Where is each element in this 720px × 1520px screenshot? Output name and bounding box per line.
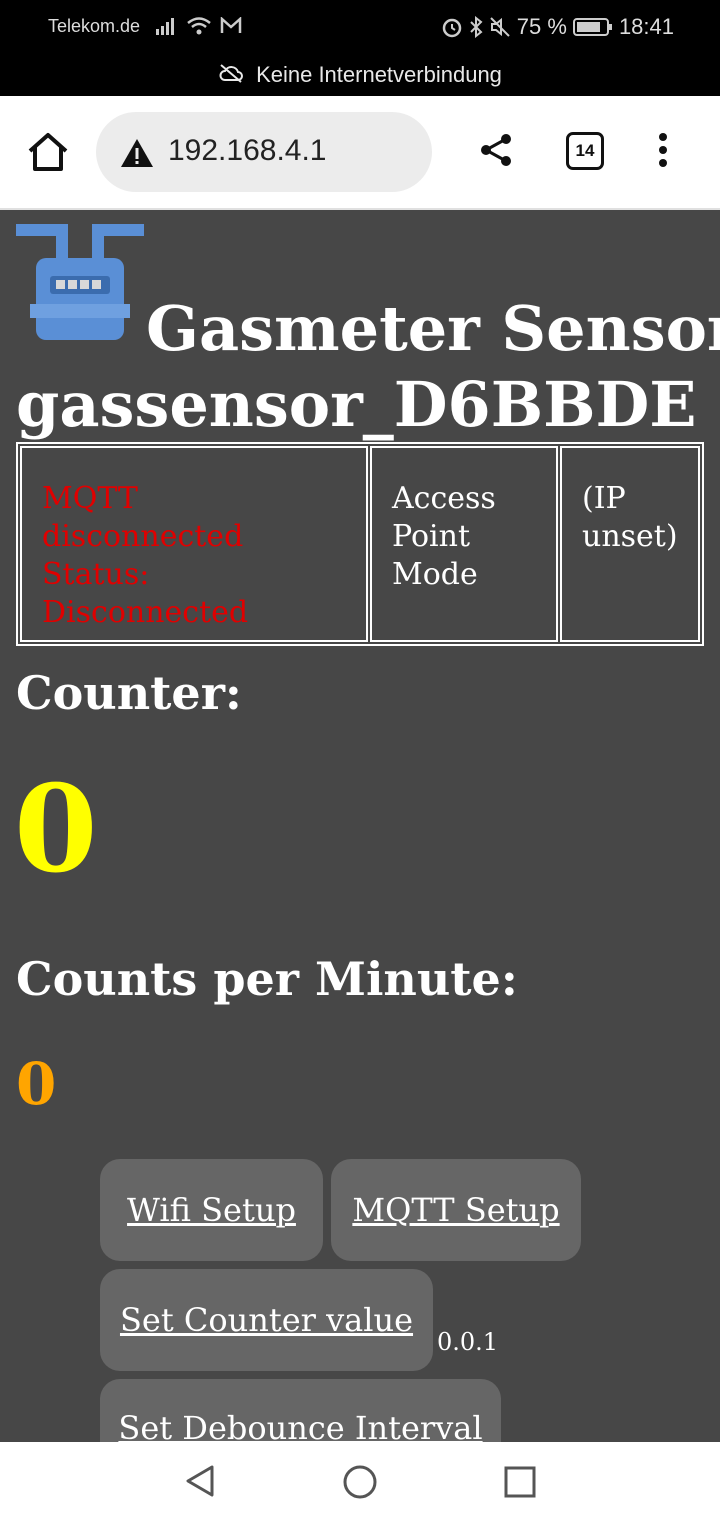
ip-line: unset) [582,519,678,554]
page-title: Gasmeter Sensor [146,292,720,365]
battery-percent: 75 % [516,14,567,39]
wifi-setup-button[interactable]: Wifi Setup [100,1159,323,1261]
gasmeter-logo [16,224,144,340]
wifi-icon [187,17,211,35]
web-page: Gasmeter Sensor gassensor_D6BBDE MQTT di… [0,210,720,1442]
firmware-version: 0.0.1 [437,1328,499,1356]
url-text[interactable]: 192.168.4.1 [168,134,326,168]
ip-line: (IP [582,481,626,516]
mqtt-status-line: Disconnected [42,595,249,630]
mode-line: Mode [392,557,478,592]
battery-icon [572,18,612,36]
bluetooth-icon [470,16,483,38]
device-name: gassensor_D6BBDE [16,368,697,441]
mute-icon [490,17,510,37]
set-counter-button[interactable]: Set Counter value [100,1269,433,1371]
carrier-label: Telekom.de [48,16,141,36]
cloud-off-icon [219,64,244,83]
browser-toolbar: 192.168.4.1 14 [0,96,720,210]
tabs-icon[interactable]: 14 [566,132,604,170]
mode-cell: Access Point Mode [370,446,558,642]
mqtt-status-cell: MQTT disconnected Status: Disconnected [20,446,368,642]
mode-line: Access [392,481,496,516]
ip-cell: (IP unset) [560,446,700,642]
home-icon[interactable] [26,132,70,172]
counter-heading: Counter: [16,666,242,720]
signal-icon [156,18,174,35]
connectivity-notice-text: Keine Internetverbindung [256,62,502,87]
address-bar[interactable]: 192.168.4.1 [96,112,432,192]
alarm-icon [442,18,462,38]
mqtt-setup-button[interactable]: MQTT Setup [331,1159,581,1261]
mqtt-status-line: Status: [42,557,150,592]
share-icon[interactable] [478,132,514,168]
more-menu-icon[interactable] [656,132,670,168]
set-debounce-button[interactable]: Set Debounce Interval [100,1379,501,1442]
connectivity-notice: Keine Internetverbindung [0,62,720,89]
counter-value: 0 [14,759,98,900]
mqtt-status-line: MQTT disconnected [42,481,244,554]
clock: 18:41 [618,14,674,39]
home-circle-icon[interactable] [342,1464,378,1500]
mail-icon [220,17,242,33]
cpm-heading: Counts per Minute: [16,952,518,1006]
status-table: MQTT disconnected Status: Disconnected A… [16,442,704,646]
status-bar: Telekom.de 75 % 18:41 Keine Internetverb… [0,0,720,96]
warning-icon[interactable] [120,138,154,168]
mode-line: Point [392,519,471,554]
navigation-bar [0,1442,720,1520]
back-icon[interactable] [184,1464,216,1498]
cpm-value: 0 [16,1050,57,1118]
recents-icon[interactable] [504,1466,536,1498]
